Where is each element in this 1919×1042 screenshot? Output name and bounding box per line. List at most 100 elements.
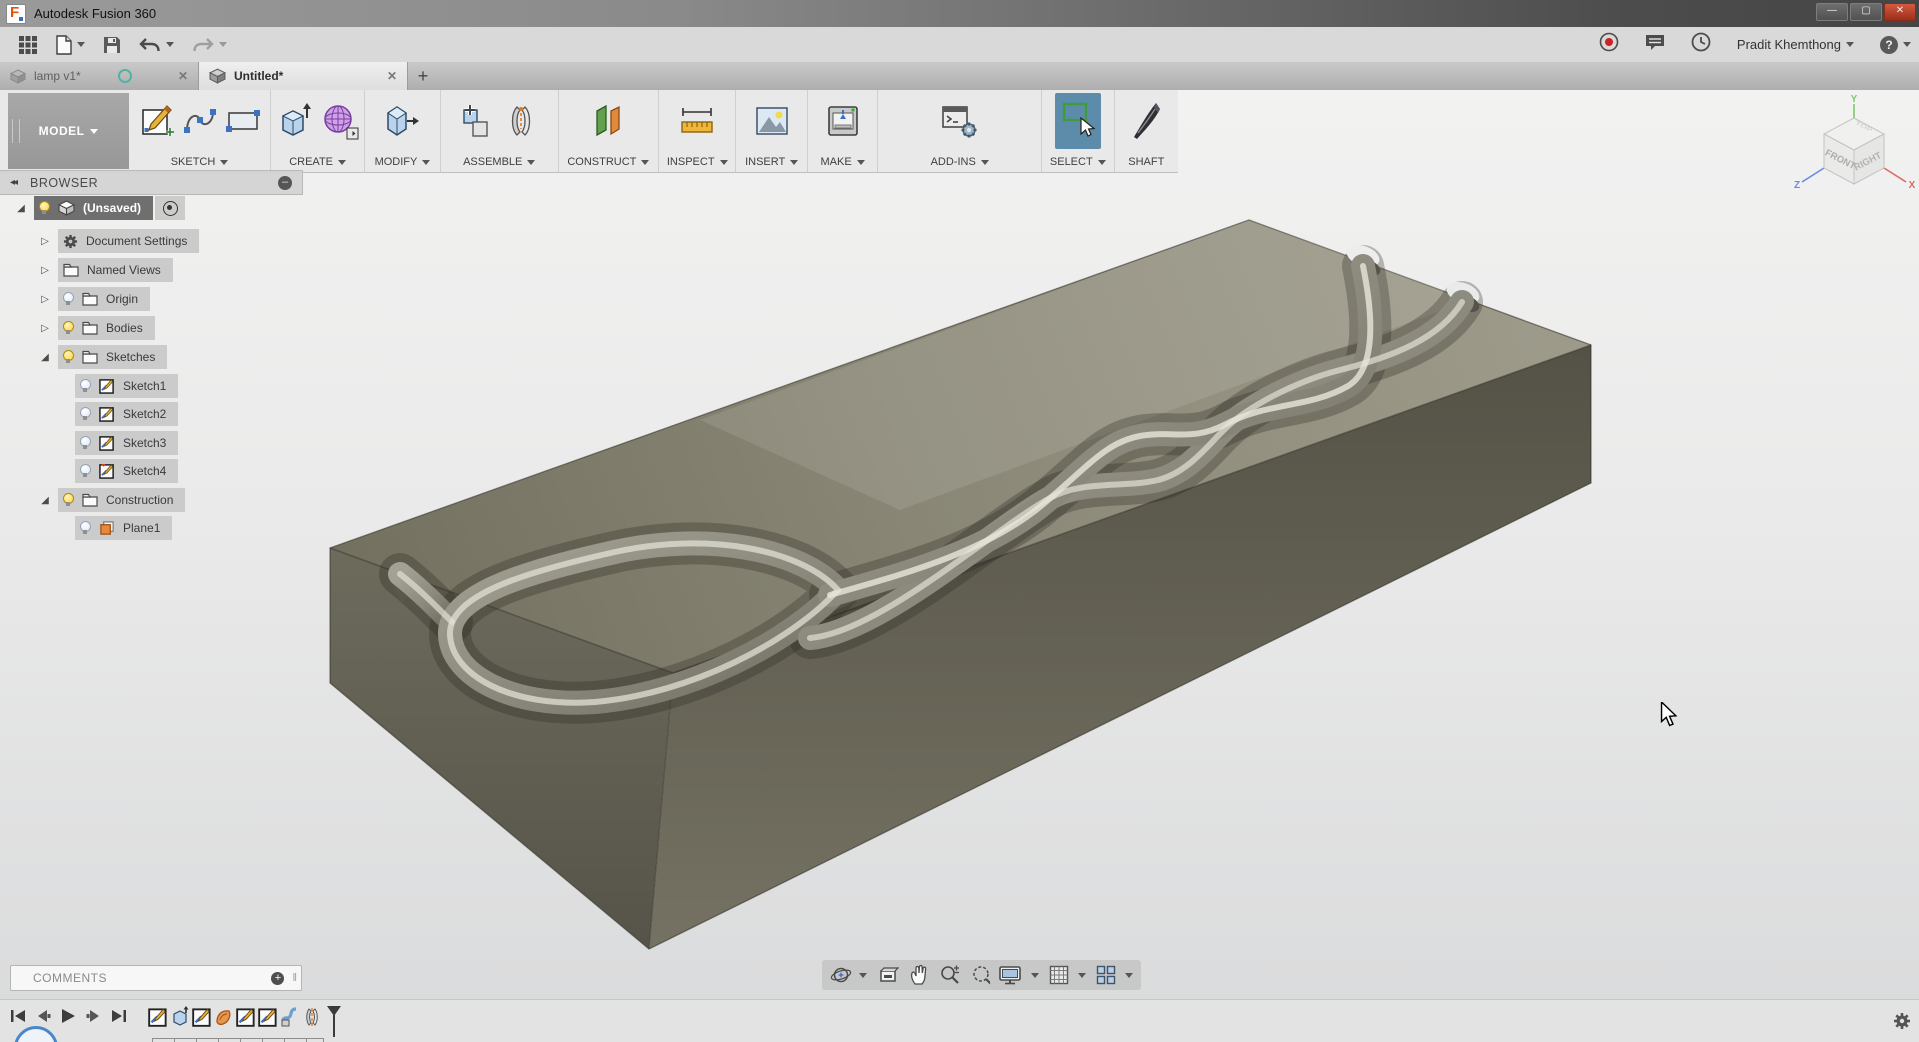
viewport-3d-scene[interactable] — [0, 90, 1919, 1042]
tab-close-icon[interactable]: ✕ — [178, 69, 188, 83]
section-label-make[interactable]: MAKE — [821, 152, 865, 172]
go-to-start-button[interactable] — [10, 1009, 26, 1023]
display-settings-button[interactable] — [998, 965, 1039, 985]
visibility-bulb-icon[interactable] — [80, 379, 91, 394]
timeline-patch-icon[interactable] — [214, 1006, 234, 1028]
go-to-end-button[interactable] — [111, 1009, 127, 1023]
insert-image-icon[interactable] — [754, 105, 790, 137]
undo-button[interactable] — [139, 37, 174, 53]
tree-row-origin[interactable]: ▷ Origin — [38, 287, 150, 311]
create-sketch-icon[interactable] — [139, 103, 175, 139]
tab-untitled[interactable]: Untitled* ✕ — [199, 62, 408, 90]
visibility-bulb-icon[interactable] — [80, 521, 91, 536]
scripts-addins-icon[interactable] — [941, 103, 979, 139]
tree-row-sketch2[interactable]: Sketch2 — [75, 402, 178, 426]
tree-row-bodies[interactable]: ▷ Bodies — [38, 316, 155, 340]
grid-settings-button[interactable] — [1049, 965, 1086, 985]
comments-bar[interactable]: COMMENTS + ‖ — [10, 965, 302, 991]
tree-row-plane1[interactable]: Plane1 — [75, 516, 172, 540]
expander-expanded-icon[interactable]: ◢ — [14, 203, 28, 214]
screen-record-icon[interactable] — [1599, 32, 1619, 57]
tree-row-sketches[interactable]: ◢ Sketches — [38, 345, 167, 369]
tree-row-construction[interactable]: ◢ Construction — [38, 488, 185, 512]
apps-grid-icon[interactable] — [18, 35, 38, 55]
section-label-create[interactable]: CREATE — [289, 152, 346, 172]
section-label-sketch[interactable]: SKETCH — [171, 152, 229, 172]
play-button[interactable] — [60, 1008, 77, 1024]
visibility-bulb-icon[interactable] — [63, 292, 74, 307]
look-at-button[interactable] — [877, 965, 899, 985]
tab-close-icon[interactable]: ✕ — [387, 69, 397, 83]
measure-icon[interactable] — [678, 105, 716, 137]
expander-expanded-icon[interactable]: ◢ — [38, 352, 52, 363]
section-label-insert[interactable]: INSERT — [745, 152, 798, 172]
step-back-button[interactable] — [35, 1009, 51, 1023]
press-pull-icon[interactable] — [383, 103, 421, 139]
close-button[interactable]: ✕ — [1884, 3, 1916, 21]
new-component-icon[interactable] — [459, 102, 495, 140]
step-forward-button[interactable] — [86, 1009, 102, 1023]
section-label-construct[interactable]: CONSTRUCT — [567, 152, 649, 172]
tree-row-root[interactable]: ◢ (Unsaved) — [14, 196, 185, 220]
expander-collapsed-icon[interactable]: ▷ — [38, 236, 52, 247]
workspace-selector[interactable]: MODEL — [8, 93, 129, 169]
timeline-settings-gear-icon[interactable] — [1893, 1012, 1911, 1030]
joint-icon[interactable] — [503, 103, 539, 139]
expander-collapsed-icon[interactable]: ▷ — [38, 294, 52, 305]
timeline-extrude-icon[interactable] — [170, 1006, 190, 1028]
visibility-bulb-icon[interactable] — [63, 493, 74, 508]
tree-row-sketch3[interactable]: Sketch3 — [75, 431, 178, 455]
panel-options-icon[interactable]: – — [278, 176, 292, 190]
new-tab-button[interactable]: + — [408, 62, 438, 90]
orbit-button[interactable] — [830, 964, 867, 986]
3d-print-icon[interactable] — [825, 104, 861, 138]
tree-row-named-views[interactable]: ▷ Named Views — [38, 258, 173, 282]
viewports-button[interactable] — [1096, 965, 1133, 985]
comments-bubble-icon[interactable] — [1645, 33, 1665, 57]
expander-collapsed-icon[interactable]: ▷ — [38, 265, 52, 276]
user-account-menu[interactable]: Pradit Khemthong — [1737, 37, 1854, 52]
redo-button[interactable] — [192, 37, 227, 53]
activate-component-radio[interactable] — [155, 196, 185, 220]
section-label-inspect[interactable]: INSPECT — [667, 152, 728, 172]
help-menu[interactable]: ? — [1880, 36, 1911, 54]
tree-row-sketch4[interactable]: Sketch4 — [75, 459, 178, 483]
spline-icon[interactable] — [183, 106, 217, 136]
visibility-bulb-icon[interactable] — [80, 436, 91, 451]
save-button[interactable] — [103, 36, 121, 54]
visibility-bulb-icon[interactable] — [63, 321, 74, 336]
tree-row-sketch1[interactable]: Sketch1 — [75, 374, 178, 398]
section-label-select[interactable]: SELECT — [1050, 152, 1106, 172]
section-label-assemble[interactable]: ASSEMBLE — [463, 152, 535, 172]
file-menu-button[interactable] — [56, 35, 85, 55]
extrude-icon[interactable] — [277, 102, 313, 140]
job-status-indicator[interactable] — [14, 1026, 58, 1042]
rectangle-icon[interactable] — [225, 107, 261, 135]
form-icon[interactable] — [321, 102, 359, 140]
panel-grip-icon[interactable]: ‖ — [292, 972, 297, 984]
timeline-playhead[interactable] — [327, 1006, 341, 1037]
add-comment-icon[interactable]: + — [271, 972, 284, 985]
timeline-sketch-icon[interactable] — [258, 1006, 278, 1028]
timeline-sweep-icon[interactable] — [280, 1006, 300, 1028]
maximize-button[interactable]: ▢ — [1850, 3, 1882, 21]
history-clock-icon[interactable] — [1691, 32, 1711, 57]
visibility-bulb-icon[interactable] — [39, 201, 50, 216]
browser-panel-header[interactable]: ◂◂ BROWSER – — [0, 170, 303, 195]
select-window-icon[interactable] — [1055, 93, 1101, 149]
visibility-bulb-icon[interactable] — [63, 350, 74, 365]
section-label-addins[interactable]: ADD-INS — [931, 152, 989, 172]
collapse-panel-icon[interactable]: ◂◂ — [10, 177, 16, 188]
visibility-bulb-icon[interactable] — [80, 407, 91, 422]
pan-button[interactable] — [909, 964, 929, 986]
shaft-blade-icon[interactable] — [1126, 99, 1166, 143]
timeline-sketch-icon[interactable] — [192, 1006, 212, 1028]
visibility-bulb-icon[interactable] — [80, 464, 91, 479]
view-cube[interactable]: TOP FRONT RIGHT Y Z X — [1789, 94, 1919, 199]
expander-expanded-icon[interactable]: ◢ — [38, 495, 52, 506]
timeline-mirror-icon[interactable] — [302, 1006, 322, 1028]
tab-lamp-v1[interactable]: lamp v1* ✕ — [0, 62, 199, 90]
section-label-shaft[interactable]: SHAFT — [1128, 152, 1164, 172]
minimize-button[interactable]: — — [1816, 3, 1848, 21]
tree-row-document-settings[interactable]: ▷ Document Settings — [38, 229, 199, 253]
